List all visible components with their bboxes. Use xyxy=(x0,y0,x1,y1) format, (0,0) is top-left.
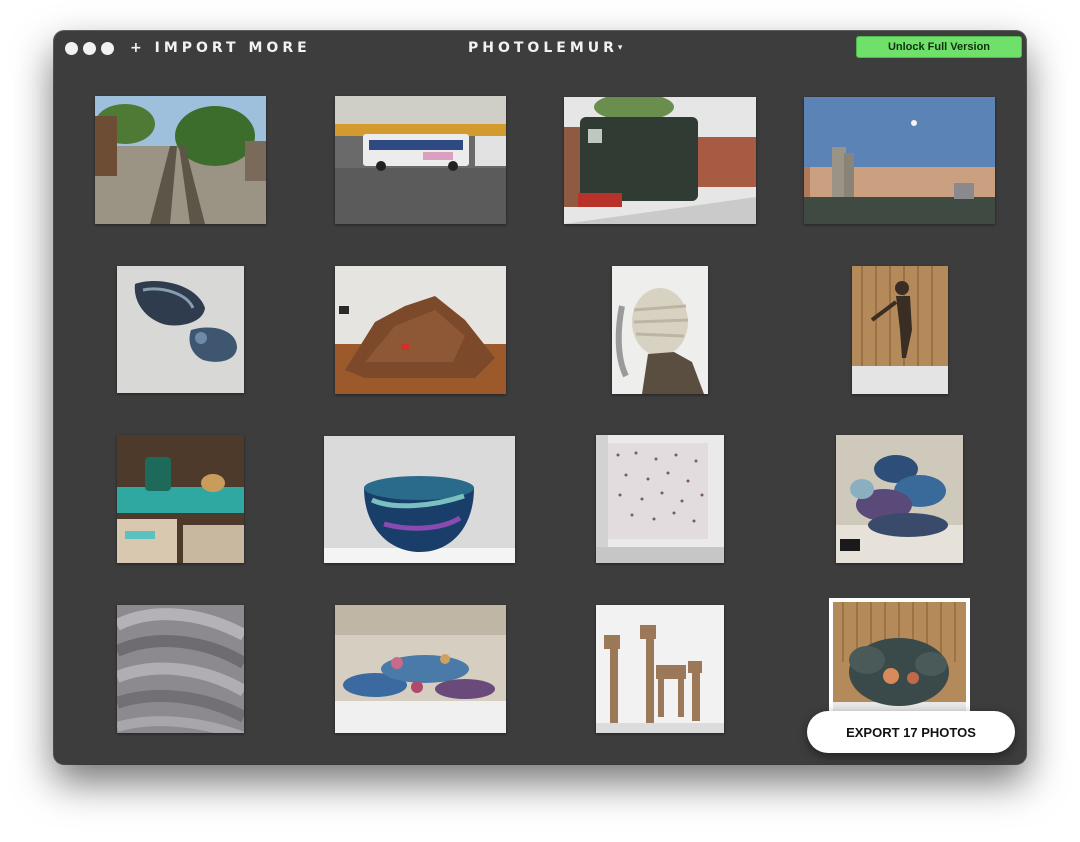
title-bar: + IMPORT MORE PHOTOLEMUR▾ Unlock Full Ve… xyxy=(54,31,1026,65)
import-more-button[interactable]: + IMPORT MORE xyxy=(130,40,311,56)
teal-glass-jar-photo xyxy=(117,435,244,563)
photo-thumbnail-8[interactable] xyxy=(852,266,948,394)
wooden-deer-photo xyxy=(596,605,724,733)
brick-installation-photo xyxy=(335,266,506,394)
metal-feathers-photo xyxy=(117,605,244,733)
bandaged-head-sculpture-photo xyxy=(612,266,708,394)
blue-abstract-sculpture-photo xyxy=(836,435,963,563)
chevron-down-icon: ▾ xyxy=(617,43,623,53)
photo-thumbnail-4[interactable] xyxy=(804,97,995,224)
app-window: + IMPORT MORE PHOTOLEMUR▾ Unlock Full Ve… xyxy=(54,31,1026,764)
app-title: PHOTOLEMUR xyxy=(468,40,618,56)
bus-station-photo xyxy=(335,96,506,224)
photo-thumbnail-10[interactable] xyxy=(324,436,515,563)
photo-thumbnail-13[interactable] xyxy=(117,605,244,733)
dotted-wall-installation-photo xyxy=(596,435,724,563)
photo-thumbnail-5[interactable] xyxy=(117,266,244,393)
photo-thumbnail-6[interactable] xyxy=(335,266,506,394)
app-title-menu[interactable]: PHOTOLEMUR▾ xyxy=(468,40,622,56)
photo-thumbnail-1[interactable] xyxy=(95,96,266,224)
ceramic-fish-sculpture-photo xyxy=(117,266,244,393)
iridescent-bowl-photo xyxy=(324,436,515,563)
photo-thumbnail-12[interactable] xyxy=(836,435,963,563)
minimize-window-button[interactable] xyxy=(83,42,96,55)
window-controls xyxy=(65,42,114,55)
photo-thumbnail-2[interactable] xyxy=(335,96,506,224)
railway-track-photo xyxy=(95,96,266,224)
zoom-window-button[interactable] xyxy=(101,42,114,55)
photo-thumbnail-15[interactable] xyxy=(596,605,724,733)
green-locomotive-photo xyxy=(564,97,756,224)
city-skyline-dusk-photo xyxy=(804,97,995,224)
photo-thumbnail-7[interactable] xyxy=(612,266,708,394)
photo-thumbnail-3[interactable] xyxy=(564,97,756,224)
export-photos-button[interactable]: EXPORT 17 PHOTOS xyxy=(807,711,1015,753)
photo-thumbnail-11[interactable] xyxy=(596,435,724,563)
bronze-figure-sculpture-photo xyxy=(852,266,948,394)
coral-ceramic-table-photo xyxy=(335,605,506,733)
unlock-full-version-button[interactable]: Unlock Full Version xyxy=(856,36,1022,58)
photo-thumbnail-14[interactable] xyxy=(335,605,506,733)
close-window-button[interactable] xyxy=(65,42,78,55)
photo-thumbnail-9[interactable] xyxy=(117,435,244,563)
